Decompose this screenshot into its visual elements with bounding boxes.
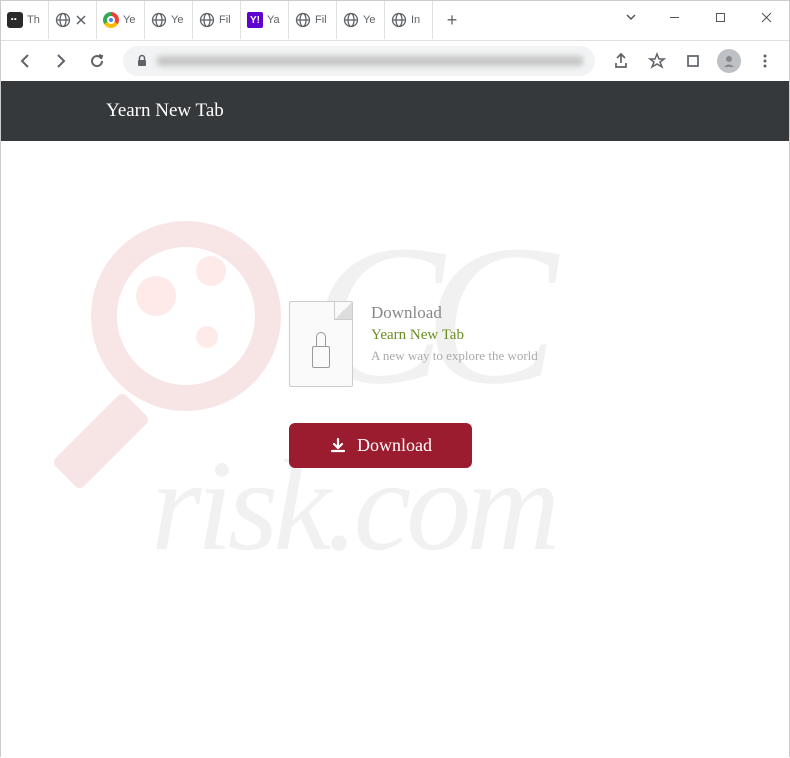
- tabs-dropdown-button[interactable]: [617, 1, 645, 23]
- bookmark-button[interactable]: [641, 45, 673, 77]
- globe-icon: [343, 12, 359, 28]
- tab-title: Ye: [123, 14, 135, 26]
- forward-button[interactable]: [45, 45, 77, 77]
- close-window-button[interactable]: [743, 1, 789, 33]
- tab-title: Fil: [315, 14, 327, 26]
- download-card: Download Yearn New Tab A new way to expl…: [289, 301, 538, 387]
- globe-icon: [391, 12, 407, 28]
- tab-5[interactable]: Y! Ya: [241, 1, 289, 39]
- tab-1[interactable]: [49, 1, 97, 39]
- globe-icon: [199, 12, 215, 28]
- tab-title: Fil: [219, 14, 231, 26]
- minimize-button[interactable]: [651, 1, 697, 33]
- tab-title: Th: [27, 14, 40, 26]
- page-header: Yearn New Tab: [1, 81, 789, 141]
- tab-title: Ye: [171, 14, 183, 26]
- download-button[interactable]: Download: [289, 423, 472, 468]
- tab-title: Ye: [363, 14, 375, 26]
- page-title: Yearn New Tab: [106, 100, 224, 122]
- browser-tabs: Th Ye Ye Fil Y! Ya Fil Ye: [1, 1, 617, 41]
- menu-button[interactable]: [749, 45, 781, 77]
- download-name: Yearn New Tab: [371, 327, 538, 344]
- address-bar[interactable]: [123, 46, 595, 76]
- yahoo-icon: Y!: [247, 12, 263, 28]
- globe-icon: [295, 12, 311, 28]
- browser-toolbar: [1, 41, 789, 81]
- page-body: CC risk.com Download Yearn New Tab A new…: [1, 141, 789, 758]
- tab-6[interactable]: Fil: [289, 1, 337, 39]
- reload-button[interactable]: [81, 45, 113, 77]
- profile-button[interactable]: [713, 45, 745, 77]
- share-button[interactable]: [605, 45, 637, 77]
- new-tab-button[interactable]: +: [438, 6, 466, 34]
- tab-0[interactable]: Th: [1, 1, 49, 39]
- download-button-label: Download: [357, 435, 432, 456]
- avatar-icon: [717, 49, 741, 73]
- download-icon: [329, 437, 347, 455]
- discord-icon: [7, 12, 23, 28]
- globe-icon: [55, 12, 71, 28]
- window-titlebar: Th Ye Ye Fil Y! Ya Fil Ye: [1, 1, 789, 41]
- download-heading: Download: [371, 303, 538, 323]
- tab-8[interactable]: In: [385, 1, 433, 39]
- chrome-icon: [103, 12, 119, 28]
- zip-file-icon: [289, 301, 353, 387]
- url-text: [157, 56, 583, 66]
- tab-3[interactable]: Ye: [145, 1, 193, 39]
- window-buttons: [651, 1, 789, 33]
- globe-icon: [151, 12, 167, 28]
- tab-2[interactable]: Ye: [97, 1, 145, 39]
- tab-7[interactable]: Ye: [337, 1, 385, 39]
- close-icon[interactable]: [75, 14, 87, 26]
- tab-title: Ya: [267, 14, 280, 26]
- tab-title: In: [411, 14, 420, 26]
- tab-4[interactable]: Fil: [193, 1, 241, 39]
- download-description: A new way to explore the world: [371, 348, 538, 364]
- maximize-button[interactable]: [697, 1, 743, 33]
- back-button[interactable]: [9, 45, 41, 77]
- lock-icon: [135, 54, 149, 68]
- extensions-button[interactable]: [677, 45, 709, 77]
